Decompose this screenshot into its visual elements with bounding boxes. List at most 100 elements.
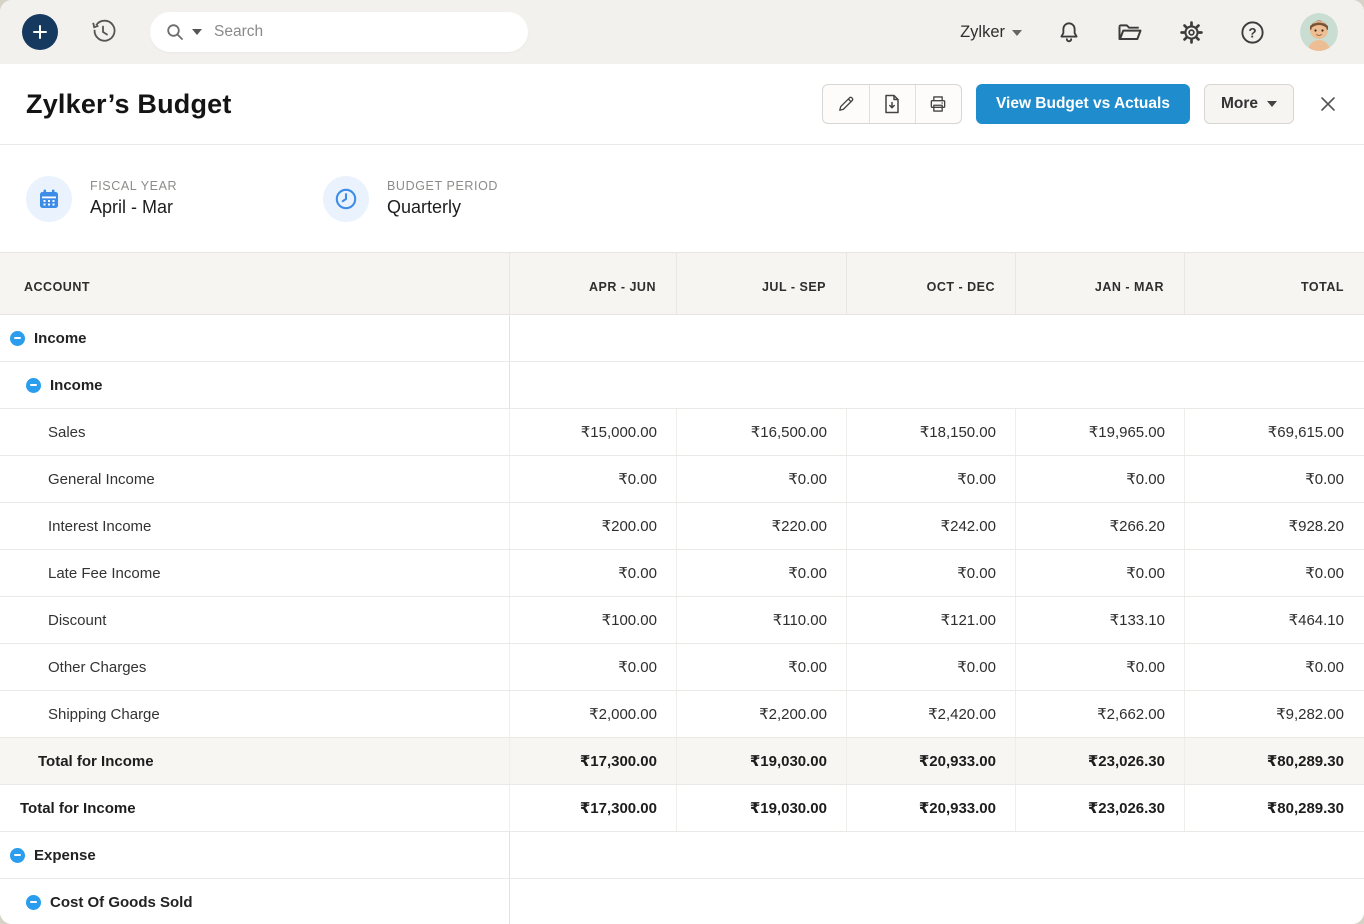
value-cell: ₹16,500.00 bbox=[676, 409, 847, 455]
documents-folder-icon[interactable] bbox=[1116, 18, 1144, 46]
recent-history-button[interactable] bbox=[88, 17, 118, 47]
account-label: Income bbox=[34, 330, 87, 347]
account-label: Sales bbox=[48, 424, 86, 441]
value-cell: ₹133.10 bbox=[1015, 597, 1185, 643]
account-label: Total for Income bbox=[20, 800, 136, 817]
table-row: Expense bbox=[0, 832, 1364, 879]
column-header-account[interactable]: ACCOUNT bbox=[0, 253, 510, 314]
printer-icon bbox=[928, 94, 948, 114]
search-scope-caret-icon[interactable] bbox=[192, 29, 202, 35]
page-header-actions: View Budget vs Actuals More bbox=[822, 84, 1338, 124]
account-label: Late Fee Income bbox=[48, 565, 161, 582]
table-row: Total for Income₹17,300.00₹19,030.00₹20,… bbox=[0, 785, 1364, 832]
page-title: Zylker’s Budget bbox=[26, 89, 232, 120]
edit-button[interactable] bbox=[823, 85, 869, 123]
account-label: Other Charges bbox=[48, 659, 146, 676]
value-cell: ₹80,289.30 bbox=[1184, 785, 1364, 831]
table-row: General Income₹0.00₹0.00₹0.00₹0.00₹0.00 bbox=[0, 456, 1364, 503]
account-cell: Total for Income bbox=[0, 738, 510, 784]
account-cell: Expense bbox=[0, 832, 510, 878]
column-header-jul-sep[interactable]: JUL - SEP bbox=[677, 253, 847, 314]
fiscal-year-value: April - Mar bbox=[90, 197, 177, 218]
document-actions-group bbox=[822, 84, 962, 124]
budget-meta-row: FISCAL YEAR April - Mar BUDGET PERIOD Qu… bbox=[0, 145, 1364, 252]
account-cell: Total for Income bbox=[0, 785, 510, 831]
help-question-icon[interactable]: ? bbox=[1239, 19, 1266, 46]
user-avatar[interactable] bbox=[1300, 13, 1338, 51]
column-header-total[interactable]: TOTAL bbox=[1185, 253, 1364, 314]
quick-create-button[interactable] bbox=[22, 14, 58, 50]
collapse-minus-icon[interactable] bbox=[26, 895, 41, 910]
value-cell: ₹0.00 bbox=[846, 550, 1016, 596]
fiscal-year-label: FISCAL YEAR bbox=[90, 179, 177, 193]
account-cell: Discount bbox=[0, 597, 510, 643]
search-input[interactable] bbox=[214, 23, 464, 41]
more-button-label: More bbox=[1221, 95, 1258, 113]
table-row: Interest Income₹200.00₹220.00₹242.00₹266… bbox=[0, 503, 1364, 550]
account-cell: Sales bbox=[0, 409, 510, 455]
view-budget-vs-actuals-button[interactable]: View Budget vs Actuals bbox=[976, 84, 1190, 124]
collapse-minus-icon[interactable] bbox=[10, 848, 25, 863]
value-cell: ₹0.00 bbox=[1015, 550, 1185, 596]
column-header-apr-jun[interactable]: APR - JUN bbox=[510, 253, 677, 314]
value-cell: ₹464.10 bbox=[1184, 597, 1364, 643]
chevron-down-icon bbox=[1267, 101, 1277, 107]
value-cell: ₹69,615.00 bbox=[1184, 409, 1364, 455]
account-label: General Income bbox=[48, 471, 155, 488]
history-icon bbox=[88, 17, 118, 47]
account-label: Expense bbox=[34, 847, 96, 864]
empty-values-cell bbox=[510, 315, 1364, 361]
account-cell: Late Fee Income bbox=[0, 550, 510, 596]
value-cell: ₹0.00 bbox=[1184, 550, 1364, 596]
value-cell: ₹17,300.00 bbox=[509, 738, 677, 784]
value-cell: ₹17,300.00 bbox=[509, 785, 677, 831]
value-cell: ₹0.00 bbox=[1015, 644, 1185, 690]
value-cell: ₹2,420.00 bbox=[846, 691, 1016, 737]
value-cell: ₹18,150.00 bbox=[846, 409, 1016, 455]
column-header-oct-dec[interactable]: OCT - DEC bbox=[847, 253, 1016, 314]
pencil-icon bbox=[836, 94, 856, 114]
more-button[interactable]: More bbox=[1204, 84, 1294, 124]
value-cell: ₹121.00 bbox=[846, 597, 1016, 643]
budget-period-block: BUDGET PERIOD Quarterly bbox=[323, 176, 620, 222]
table-row: Other Charges₹0.00₹0.00₹0.00₹0.00₹0.00 bbox=[0, 644, 1364, 691]
value-cell: ₹242.00 bbox=[846, 503, 1016, 549]
table-row: Total for Income₹17,300.00₹19,030.00₹20,… bbox=[0, 738, 1364, 785]
clock-icon bbox=[323, 176, 369, 222]
account-cell: Other Charges bbox=[0, 644, 510, 690]
table-body: Income Income Sales ₹15,000.00₹16,500.00₹18… bbox=[0, 315, 1364, 924]
value-cell: ₹0.00 bbox=[509, 644, 677, 690]
column-header-jan-mar[interactable]: JAN - MAR bbox=[1016, 253, 1185, 314]
close-button[interactable] bbox=[1318, 94, 1338, 114]
account-cell: Income bbox=[0, 362, 510, 408]
budget-period-text: BUDGET PERIOD Quarterly bbox=[387, 179, 498, 218]
account-label: Interest Income bbox=[48, 518, 151, 535]
empty-values-cell bbox=[510, 832, 1364, 878]
value-cell: ₹23,026.30 bbox=[1015, 738, 1185, 784]
calendar-icon bbox=[26, 176, 72, 222]
account-cell: Cost Of Goods Sold bbox=[0, 879, 510, 924]
org-switcher[interactable]: Zylker bbox=[960, 23, 1022, 42]
value-cell: ₹9,282.00 bbox=[1184, 691, 1364, 737]
print-button[interactable] bbox=[915, 85, 961, 123]
value-cell: ₹15,000.00 bbox=[509, 409, 677, 455]
svg-text:?: ? bbox=[1248, 25, 1256, 40]
settings-gear-icon[interactable] bbox=[1178, 19, 1205, 46]
fiscal-year-text: FISCAL YEAR April - Mar bbox=[90, 179, 177, 218]
value-cell: ₹80,289.30 bbox=[1184, 738, 1364, 784]
value-cell: ₹110.00 bbox=[676, 597, 847, 643]
export-pdf-button[interactable] bbox=[869, 85, 915, 123]
value-cell: ₹20,933.00 bbox=[846, 785, 1016, 831]
value-cell: ₹0.00 bbox=[846, 456, 1016, 502]
empty-values-cell bbox=[510, 879, 1364, 924]
notifications-bell-icon[interactable] bbox=[1056, 19, 1082, 45]
table-row: Shipping Charge₹2,000.00₹2,200.00₹2,420.… bbox=[0, 691, 1364, 738]
value-cell: ₹0.00 bbox=[1184, 644, 1364, 690]
collapse-minus-icon[interactable] bbox=[26, 378, 41, 393]
org-name: Zylker bbox=[960, 23, 1005, 42]
value-cell: ₹0.00 bbox=[1015, 456, 1185, 502]
table-row: Late Fee Income₹0.00₹0.00₹0.00₹0.00₹0.00 bbox=[0, 550, 1364, 597]
empty-values-cell bbox=[510, 362, 1364, 408]
plus-icon bbox=[31, 23, 49, 41]
collapse-minus-icon[interactable] bbox=[10, 331, 25, 346]
